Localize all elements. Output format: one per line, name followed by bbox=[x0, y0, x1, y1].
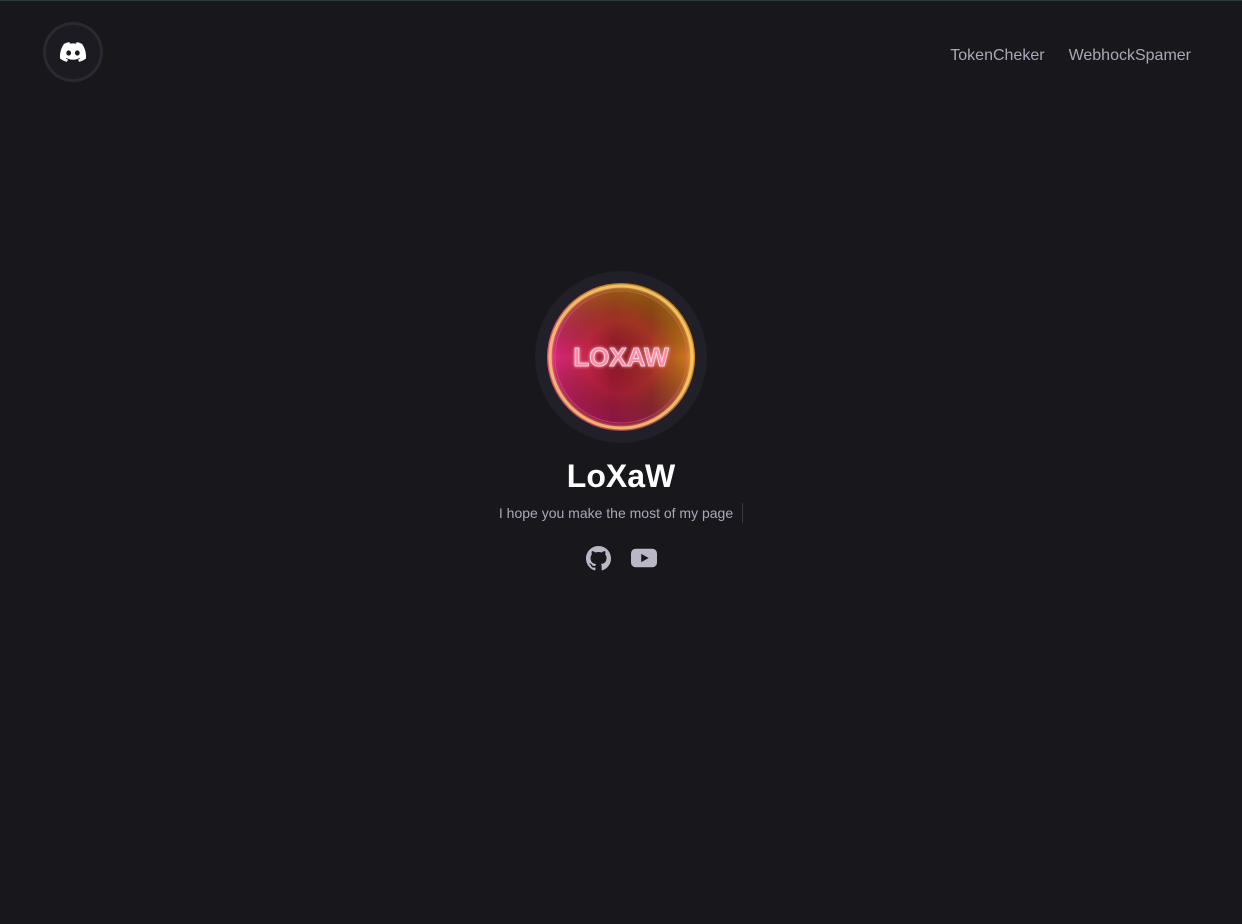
nav-link-token-checker[interactable]: TokenCheker bbox=[950, 46, 1044, 66]
avatar-frame: LOXAW bbox=[535, 271, 707, 443]
avatar: LOXAW bbox=[547, 283, 695, 431]
typing-cursor bbox=[742, 503, 744, 523]
page: TokenCheker WebhockSpamer LOXAW LoXaW I … bbox=[0, 0, 1242, 924]
github-icon bbox=[585, 545, 611, 570]
avatar-text: LOXAW bbox=[573, 342, 669, 372]
github-link[interactable] bbox=[585, 545, 611, 571]
profile-card: LOXAW LoXaW I hope you make the most of … bbox=[0, 271, 1242, 571]
tagline-row: I hope you make the most of my page bbox=[498, 503, 744, 523]
social-links bbox=[585, 545, 657, 571]
discord-icon bbox=[60, 42, 86, 62]
tagline: I hope you make the most of my page bbox=[498, 505, 734, 521]
top-nav: TokenCheker WebhockSpamer bbox=[950, 46, 1191, 66]
youtube-link[interactable] bbox=[631, 545, 657, 571]
home-logo-button[interactable] bbox=[43, 22, 103, 82]
nav-link-webhook-spammer[interactable]: WebhockSpamer bbox=[1069, 46, 1191, 66]
username: LoXaW bbox=[566, 458, 676, 494]
youtube-icon bbox=[631, 548, 657, 568]
